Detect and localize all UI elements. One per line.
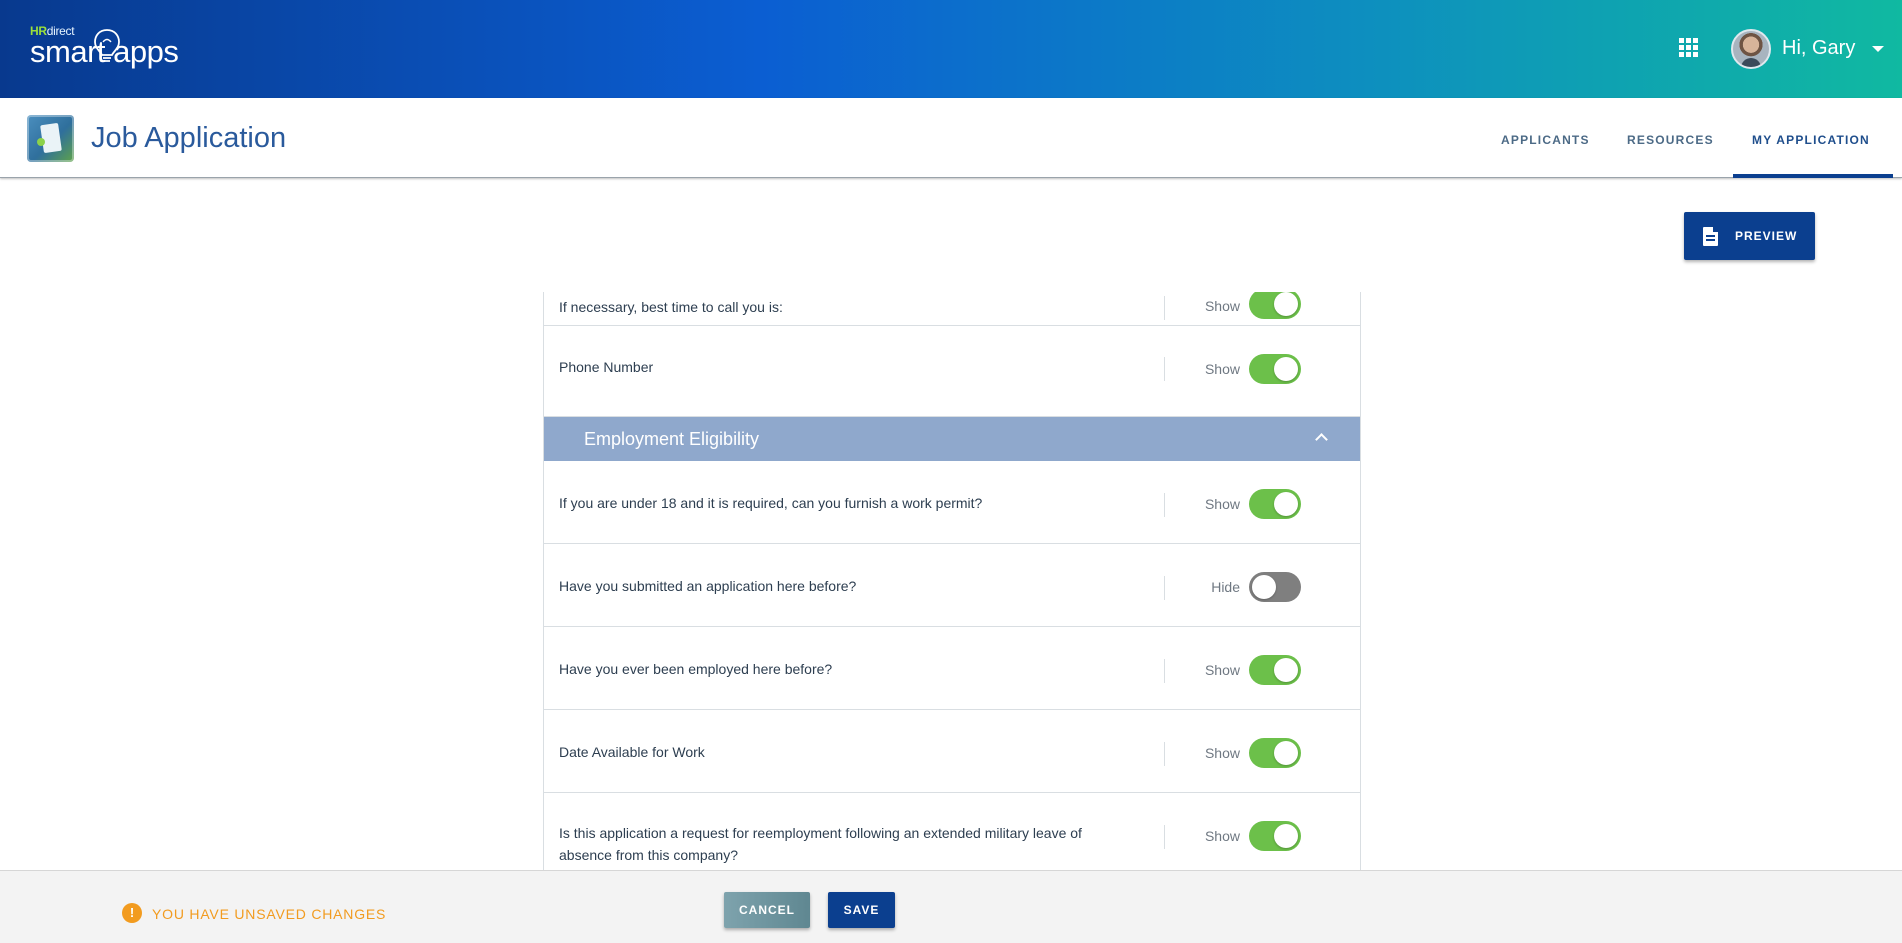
page-title: Job Application <box>91 122 287 154</box>
row-divider <box>1164 825 1165 849</box>
toggle-knob <box>1274 357 1298 381</box>
apps-grid-icon[interactable] <box>1679 38 1698 57</box>
visibility-toggle[interactable] <box>1249 821 1301 851</box>
row-divider <box>1164 357 1165 381</box>
top-banner: HRdirect smart apps Hi, Gary <box>0 0 1902 98</box>
toggle-knob <box>1274 292 1298 316</box>
section-header-employment-eligibility[interactable]: Employment Eligibility <box>544 417 1360 461</box>
save-button[interactable]: SAVE <box>828 892 895 928</box>
row-divider <box>1164 576 1165 600</box>
active-tab-indicator <box>1733 174 1893 178</box>
toggle-knob <box>1274 741 1298 765</box>
row-divider <box>1164 493 1165 517</box>
field-visibility-state: Hide <box>1211 579 1240 595</box>
toggle-knob <box>1274 492 1298 516</box>
visibility-toggle[interactable] <box>1249 489 1301 519</box>
field-question: Is this application a request for reempl… <box>559 825 1082 863</box>
tab-my-application[interactable]: MY APPLICATION <box>1752 133 1870 147</box>
chevron-down-icon[interactable] <box>1872 46 1884 52</box>
row-divider <box>1164 659 1165 683</box>
form-field-list[interactable]: If necessary, best time to call you is: … <box>543 292 1361 870</box>
field-visibility-state: Show <box>1204 361 1240 377</box>
hrdirect-logo[interactable]: HRdirect smart apps <box>30 24 190 74</box>
chevron-up-icon[interactable] <box>1315 433 1328 446</box>
row-divider <box>1164 742 1165 766</box>
document-icon <box>1703 227 1718 246</box>
toggle-knob <box>1274 658 1298 682</box>
visibility-toggle[interactable] <box>1249 738 1301 768</box>
job-application-app-icon <box>27 115 74 162</box>
field-visibility-state: Show <box>1204 496 1240 512</box>
cancel-button[interactable]: CANCEL <box>724 892 810 928</box>
visibility-toggle[interactable] <box>1249 655 1301 685</box>
warning-icon: ! <box>122 903 142 923</box>
field-question: Phone Number <box>559 359 654 375</box>
section-title: Employment Eligibility <box>584 429 760 449</box>
user-greeting[interactable]: Hi, Gary <box>1782 37 1855 60</box>
toggle-knob <box>1252 575 1276 599</box>
lightbulb-icon <box>94 29 120 62</box>
visibility-toggle[interactable] <box>1249 354 1301 384</box>
visibility-toggle[interactable] <box>1249 572 1301 602</box>
field-visibility-state: Show <box>1204 662 1240 678</box>
visibility-toggle[interactable] <box>1249 292 1301 319</box>
toggle-knob <box>1274 824 1298 848</box>
field-question: Have you submitted an application here b… <box>559 578 857 594</box>
preview-button-label: PREVIEW <box>1735 229 1798 243</box>
list-item: Phone Number Show <box>544 326 1360 417</box>
unsaved-changes-message: YOU HAVE UNSAVED CHANGES <box>152 906 387 922</box>
field-question: If you are under 18 and it is required, … <box>559 495 983 511</box>
row-divider <box>1164 296 1165 320</box>
field-visibility-state: Show <box>1204 745 1240 761</box>
unsaved-changes-bar: ! YOU HAVE UNSAVED CHANGES CANCEL SAVE <box>0 870 1902 943</box>
field-visibility-state: Show <box>1204 828 1240 844</box>
list-item: Is this application a request for reempl… <box>544 793 1360 870</box>
list-item: If necessary, best time to call you is: … <box>544 292 1360 326</box>
field-question: Date Available for Work <box>559 744 705 760</box>
field-question: If necessary, best time to call you is: <box>559 299 783 315</box>
list-item: Date Available for Work Show <box>544 710 1360 793</box>
tab-resources[interactable]: RESOURCES <box>1627 133 1714 147</box>
list-item: Have you ever been employed here before?… <box>544 627 1360 710</box>
field-visibility-state: Show <box>1204 298 1240 314</box>
list-item: If you are under 18 and it is required, … <box>544 461 1360 544</box>
avatar[interactable] <box>1731 29 1771 69</box>
tab-applicants[interactable]: APPLICANTS <box>1501 133 1590 147</box>
page: HRdirect smart apps Hi, Gary Job Applica… <box>0 0 1902 943</box>
field-question: Have you ever been employed here before? <box>559 661 833 677</box>
preview-button[interactable]: PREVIEW <box>1684 212 1815 260</box>
list-item: Have you submitted an application here b… <box>544 544 1360 627</box>
